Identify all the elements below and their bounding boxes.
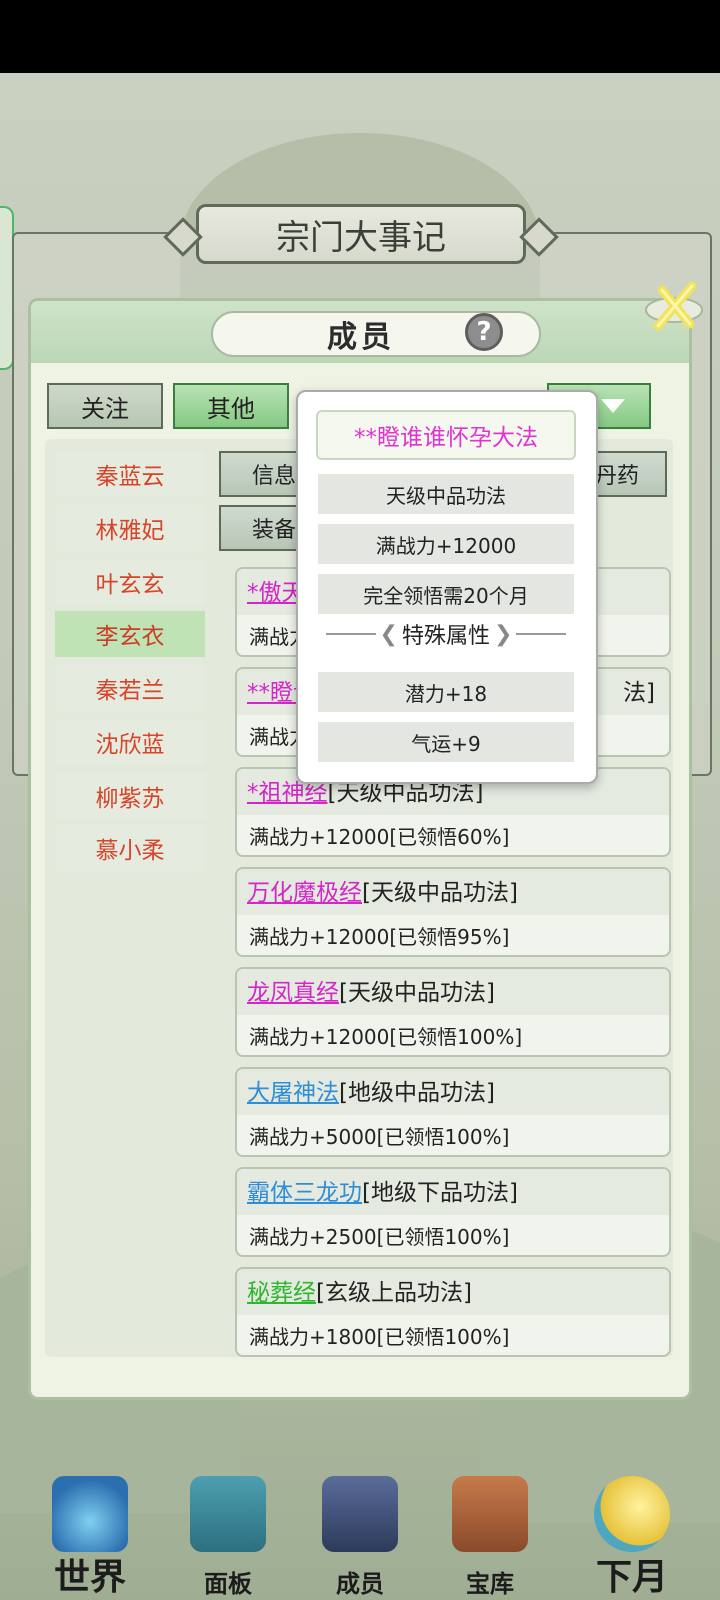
skill-title: 秘葬经[玄级上品功法] — [237, 1269, 669, 1315]
panel-title: 成员 — [327, 320, 395, 355]
skill-name-link[interactable]: 霸体三龙功 — [247, 1180, 362, 1206]
nav-member[interactable]: 成员 — [300, 1440, 420, 1600]
skill-desc: 满战力+1800[已领悟100%] — [249, 1325, 510, 1349]
skill-grade: [天级中品功法] — [339, 980, 495, 1006]
skill-desc: 满战力+2500[已领悟100%] — [249, 1225, 510, 1249]
chevron-down-icon — [601, 399, 625, 413]
nav-label: 宝库 — [466, 1569, 514, 1598]
special-label: 特殊属性 — [401, 624, 490, 649]
skill-grade: [天级中品功法] — [362, 880, 518, 906]
skill-grade: 法] — [623, 680, 655, 706]
skill-title: 龙凤真经[天级中品功法] — [237, 969, 669, 1015]
help-icon[interactable]: ? — [465, 313, 503, 351]
tab-follow[interactable]: 关注 — [47, 383, 163, 429]
skill-card[interactable]: 万化魔极经[天级中品功法] 满战力+12000[已领悟95%] — [235, 867, 671, 957]
divider — [516, 633, 567, 635]
skill-grade: [地级中品功法] — [339, 1080, 495, 1106]
nav-label: 面板 — [204, 1569, 252, 1598]
member-item[interactable]: 沈欣蓝 — [55, 719, 205, 765]
skill-name-link[interactable]: 万化魔极经 — [247, 880, 362, 906]
status-bar — [0, 0, 720, 73]
panel-icon — [190, 1476, 266, 1552]
nav-next-month[interactable]: 下月 — [572, 1440, 692, 1600]
nav-label: 成员 — [336, 1569, 384, 1598]
nav-label: 下月 — [595, 1556, 668, 1598]
skill-grade: [地级下品功法] — [362, 1180, 518, 1206]
tooltip-mastery: 完全领悟需20个月 — [318, 574, 574, 614]
skill-card[interactable]: 秘葬经[玄级上品功法] 满战力+1800[已领悟100%] — [235, 1267, 671, 1357]
member-item[interactable]: 林雅妃 — [55, 505, 205, 551]
skill-name-link[interactable]: 龙凤真经 — [247, 980, 339, 1006]
skill-desc: 满战力+12000[已领悟100%] — [249, 1025, 523, 1049]
member-item[interactable]: 慕小柔 — [55, 825, 205, 871]
close-icon[interactable] — [644, 276, 704, 336]
skill-desc: 满战力+12000[已领悟95%] — [249, 925, 510, 949]
world-icon — [52, 1476, 128, 1552]
skill-title: 万化魔极经[天级中品功法] — [237, 869, 669, 915]
member-item-selected[interactable]: 李玄衣 — [55, 611, 205, 657]
skill-card[interactable]: 龙凤真经[天级中品功法] 满战力+12000[已领悟100%] — [235, 967, 671, 1057]
member-item[interactable]: 叶玄玄 — [55, 559, 205, 605]
tooltip-attr: 潜力+18 — [318, 672, 574, 712]
tooltip-power: 满战力+12000 — [318, 524, 574, 564]
tab-other[interactable]: 其他 — [173, 383, 289, 429]
member-item[interactable]: 秦若兰 — [55, 665, 205, 711]
tooltip-special-header: ❮ 特殊属性 ❯ — [312, 618, 580, 650]
divider — [325, 633, 376, 635]
bottom-nav: 世界 面板 成员 宝库 下月 — [0, 1440, 720, 1600]
skill-name-link[interactable]: 大屠神法 — [247, 1080, 339, 1106]
tooltip-attr: 气运+9 — [318, 722, 574, 762]
skill-card[interactable]: 霸体三龙功[地级下品功法] 满战力+2500[已领悟100%] — [235, 1167, 671, 1257]
skill-tooltip: **瞪谁谁怀孕大法 天级中品功法 满战力+12000 完全领悟需20个月 ❮ 特… — [296, 390, 598, 784]
member-icon — [322, 1476, 398, 1552]
skill-grade: [玄级上品功法] — [316, 1280, 472, 1306]
bracket-icon: ❯ — [494, 621, 513, 647]
skill-desc: 满战力+5000[已领悟100%] — [249, 1125, 510, 1149]
nav-panel[interactable]: 面板 — [168, 1440, 288, 1600]
tooltip-title: **瞪谁谁怀孕大法 — [316, 410, 576, 460]
nav-treasury[interactable]: 宝库 — [430, 1440, 550, 1600]
skill-title: 大屠神法[地级中品功法] — [237, 1069, 669, 1115]
next-month-icon — [594, 1476, 670, 1552]
skill-desc: 满战力+12000[已领悟60%] — [249, 825, 510, 849]
member-item[interactable]: 柳紫苏 — [55, 773, 205, 819]
tooltip-grade: 天级中品功法 — [318, 474, 574, 514]
bracket-icon: ❮ — [379, 621, 398, 647]
member-item[interactable]: 秦蓝云 — [55, 451, 205, 497]
skill-card[interactable]: 大屠神法[地级中品功法] 满战力+5000[已领悟100%] — [235, 1067, 671, 1157]
nav-world[interactable]: 世界 — [30, 1440, 150, 1600]
event-log-title: 宗门大事记 — [196, 204, 526, 264]
nav-label: 世界 — [53, 1556, 126, 1598]
skill-name-link[interactable]: 秘葬经 — [247, 1280, 316, 1306]
treasury-icon — [452, 1476, 528, 1552]
skill-title: 霸体三龙功[地级下品功法] — [237, 1169, 669, 1215]
